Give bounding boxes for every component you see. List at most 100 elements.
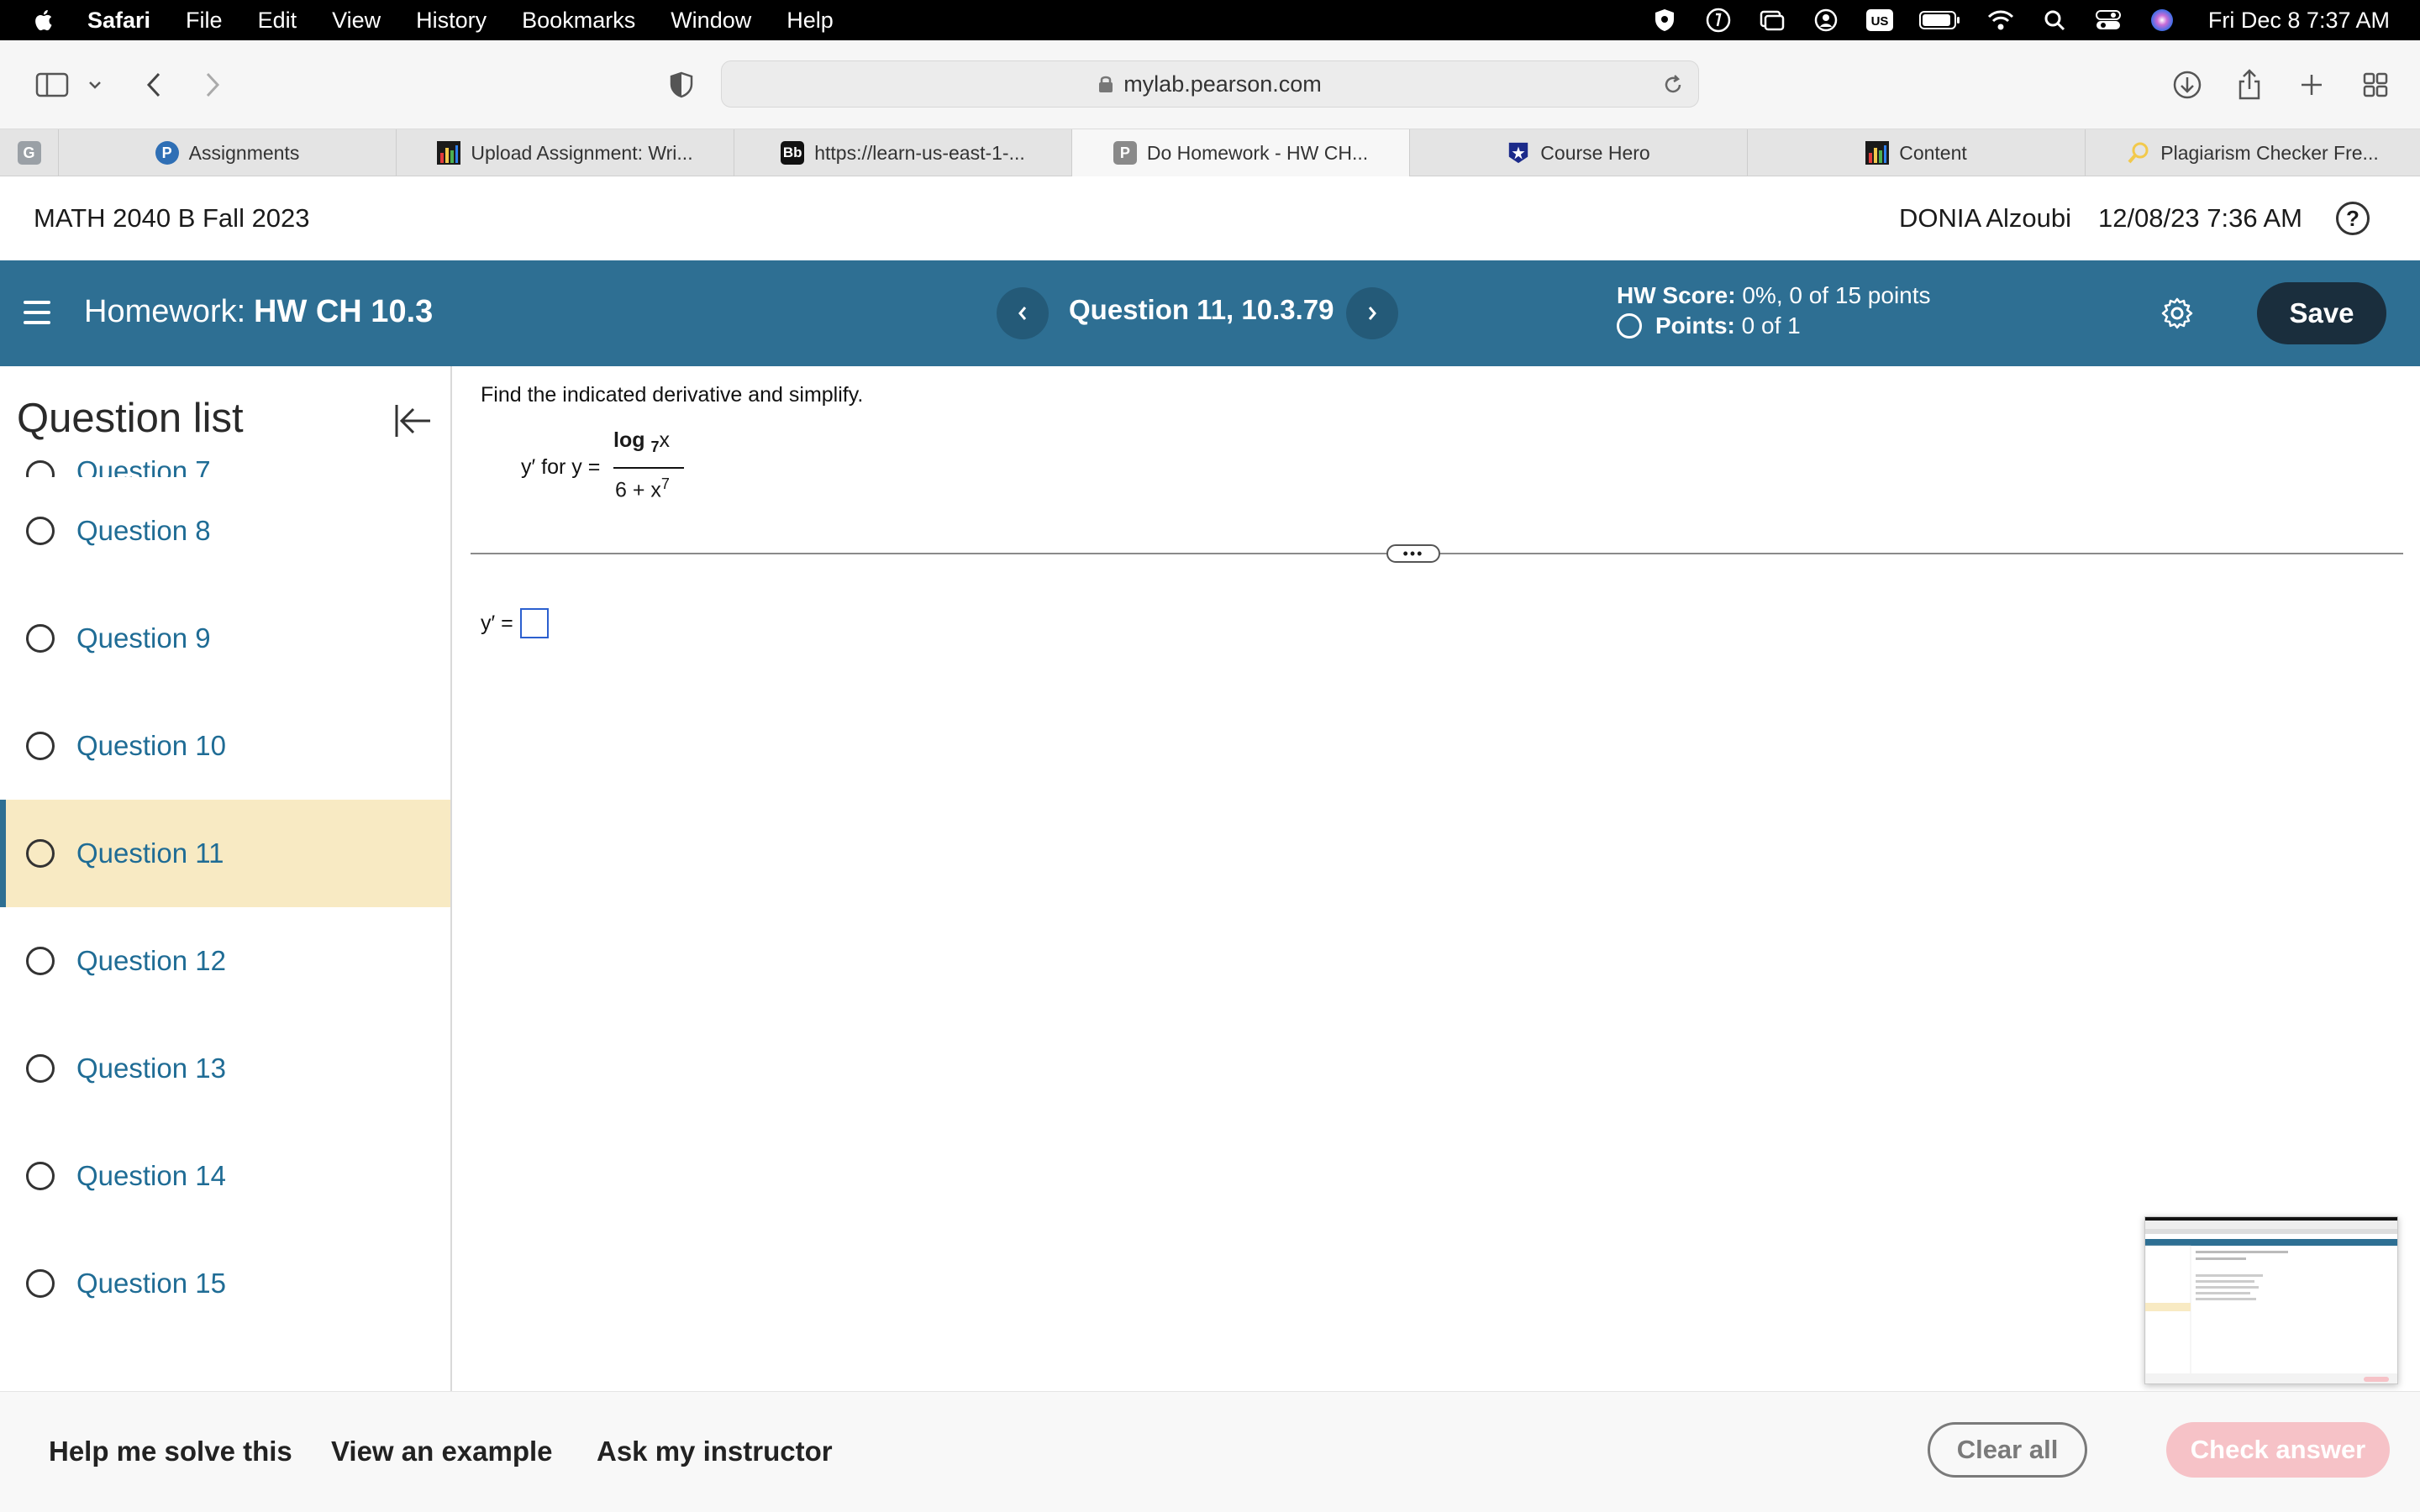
menu-safari[interactable]: Safari — [87, 8, 150, 34]
macos-menubar: Safari File Edit View History Bookmarks … — [0, 0, 2420, 40]
pearson-favicon-icon: P — [155, 141, 179, 165]
input-source-us-icon[interactable]: US — [1865, 6, 1894, 34]
svg-text:US: US — [1870, 14, 1888, 29]
question-list-item-active[interactable]: Question 11 — [0, 800, 450, 907]
menu-bookmarks[interactable]: Bookmarks — [522, 8, 635, 34]
tab-overview-icon[interactable] — [2356, 66, 2395, 104]
back-icon[interactable] — [134, 66, 173, 104]
course-header: MATH 2040 B Fall 2023 DONIA Alzoubi 12/0… — [0, 176, 2420, 260]
user-name: DONIA Alzoubi — [1898, 203, 2071, 233]
user-account-icon[interactable] — [1812, 6, 1840, 34]
clear-all-button[interactable]: Clear all — [1928, 1422, 2087, 1478]
menu-history[interactable]: History — [416, 8, 487, 34]
question-list-item[interactable]: Question 14 — [0, 1122, 450, 1230]
battery-icon[interactable] — [1918, 6, 1961, 34]
status-circle-icon — [26, 517, 55, 545]
question-list-item[interactable]: Question 9 — [0, 585, 450, 692]
tunnel-icon[interactable] — [1704, 6, 1733, 34]
answer-row: y′ = — [481, 608, 549, 638]
next-question-button[interactable] — [1346, 287, 1398, 339]
chevron-right-icon — [1368, 307, 1376, 320]
magnifier-favicon-icon — [2127, 141, 2150, 165]
save-button[interactable]: Save — [2257, 282, 2386, 344]
siri-icon[interactable] — [2148, 6, 2176, 34]
status-circle-icon — [26, 1269, 55, 1298]
course-hero-star-icon — [1507, 141, 1530, 165]
tab-course-hero[interactable]: Course Hero — [1410, 129, 1748, 176]
sidebar-toggle-icon[interactable] — [34, 66, 71, 104]
question-list-item[interactable]: Question 10 — [0, 692, 450, 800]
tab-assignments[interactable]: P Assignments — [59, 129, 397, 176]
status-circle-icon — [26, 732, 55, 760]
privacy-shield-icon[interactable] — [662, 66, 701, 104]
answer-input[interactable] — [519, 608, 549, 638]
status-circle-icon — [26, 460, 55, 477]
previous-question-button[interactable] — [997, 287, 1049, 339]
screenshot-thumbnail[interactable] — [2144, 1216, 2398, 1384]
tab-label: Do Homework - HW CH... — [1146, 141, 1369, 164]
status-circle-icon — [26, 1054, 55, 1083]
grammarly-favicon-icon: G — [17, 141, 41, 165]
hamburger-menu-icon[interactable] — [24, 301, 50, 324]
fraction-bar — [613, 467, 684, 469]
question-list-item[interactable]: Question 15 — [0, 1230, 450, 1337]
points-value: 0 of 1 — [1741, 312, 1801, 339]
new-tab-icon[interactable] — [2292, 66, 2331, 104]
menu-window[interactable]: Window — [671, 8, 751, 34]
reload-icon[interactable] — [1661, 73, 1685, 97]
status-circle-icon — [26, 947, 55, 975]
ask-instructor-button[interactable]: Ask my instructor — [597, 1436, 833, 1467]
tab-blackboard[interactable]: Bb https://learn-us-east-1-... — [734, 129, 1072, 176]
spotlight-search-icon[interactable] — [2040, 6, 2069, 34]
url-text[interactable]: mylab.pearson.com — [1123, 71, 1322, 97]
collapse-panel-icon[interactable] — [392, 400, 434, 442]
help-icon[interactable]: ? — [2336, 202, 2370, 235]
pearson-favicon-icon: P — [1113, 141, 1137, 165]
tab-label: Assignments — [188, 141, 300, 164]
tab-grammarly[interactable]: G — [0, 129, 59, 176]
control-center-icon[interactable] — [2094, 6, 2123, 34]
lock-icon — [1099, 76, 1113, 92]
tab-upload-assignment[interactable]: Upload Assignment: Wri... — [397, 129, 734, 176]
prompt-prefix: y′ for y = — [521, 455, 601, 479]
current-datetime: 12/08/23 7:36 AM — [2097, 203, 2302, 233]
tab-plagiarism-checker[interactable]: Plagiarism Checker Fre... — [2086, 129, 2420, 176]
check-answer-button[interactable]: Check answer — [2166, 1422, 2390, 1478]
apple-logo-icon[interactable] — [32, 8, 57, 33]
share-icon[interactable] — [2230, 66, 2269, 104]
resize-handle-icon[interactable]: ••• — [1386, 544, 1440, 563]
view-example-button[interactable]: View an example — [331, 1436, 553, 1467]
vpn-shield-icon[interactable] — [1650, 6, 1679, 34]
fraction-denominator: 6 + x7 — [615, 475, 670, 502]
answer-label: y′ = — [481, 611, 513, 635]
menu-view[interactable]: View — [332, 8, 381, 34]
menu-file[interactable]: File — [186, 8, 223, 34]
question-list-item[interactable]: Question 8 — [0, 477, 450, 585]
tab-do-homework[interactable]: P Do Homework - HW CH... — [1072, 129, 1410, 176]
menu-edit[interactable]: Edit — [258, 8, 297, 34]
hw-score: HW Score: 0%, 0 of 15 points — [1617, 282, 1931, 309]
address-bar[interactable]: mylab.pearson.com — [721, 60, 1699, 108]
gear-icon[interactable] — [2160, 296, 2195, 331]
forward-icon[interactable] — [193, 66, 232, 104]
tab-label: Upload Assignment: Wri... — [471, 141, 693, 164]
question-title: Question 11, 10.3.79 — [1069, 294, 1334, 325]
screen-mirror-icon[interactable] — [1758, 6, 1786, 34]
wifi-icon[interactable] — [1986, 6, 2015, 34]
bar-chart-favicon-icon — [437, 141, 461, 165]
question-list-heading: Question list — [17, 396, 244, 441]
question-instruction: Find the indicated derivative and simpli… — [481, 383, 864, 407]
downloads-icon[interactable] — [2168, 66, 2207, 104]
status-circle-icon — [26, 624, 55, 653]
question-footer: Help me solve this View an example Ask m… — [0, 1391, 2420, 1512]
tab-content[interactable]: Content — [1748, 129, 2086, 176]
fraction-numerator: log 7x — [613, 428, 670, 455]
homework-bar: Homework: HW CH 10.3 Question 11, 10.3.7… — [0, 260, 2420, 366]
chevron-down-icon[interactable] — [82, 66, 108, 104]
menubar-clock[interactable]: Fri Dec 8 7:37 AM — [2208, 8, 2390, 34]
menu-help[interactable]: Help — [786, 8, 834, 34]
question-list-item[interactable]: Question 13 — [0, 1015, 450, 1122]
question-list-item[interactable]: Question 12 — [0, 907, 450, 1015]
help-me-solve-button[interactable]: Help me solve this — [49, 1436, 292, 1467]
tab-label: Course Hero — [1540, 141, 1650, 164]
